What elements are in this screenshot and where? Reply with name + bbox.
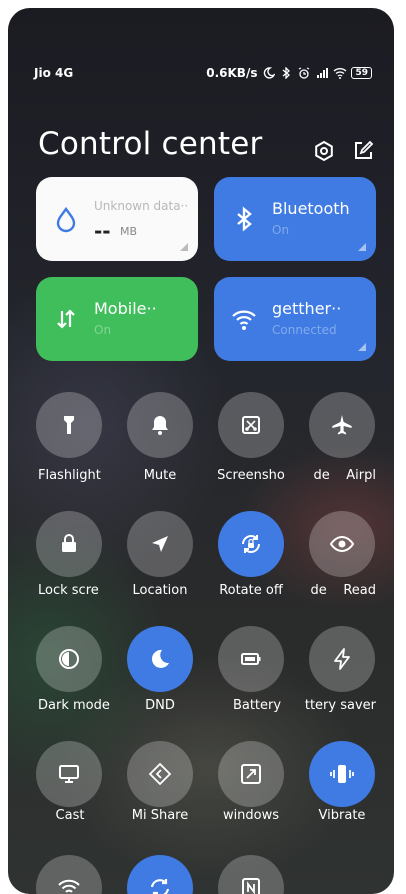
data-usage-title: Unknown data··: [94, 199, 189, 213]
wifi-tile[interactable]: getther·· Connected: [214, 277, 376, 361]
bluetooth-status-icon: [283, 67, 291, 79]
lock-screen-toggle[interactable]: [36, 511, 102, 577]
airplane-icon: [332, 415, 352, 435]
bell-icon: [152, 416, 168, 435]
status-icons: 0.6KB/s 59: [206, 66, 372, 80]
dark-mode-toggle[interactable]: [36, 626, 102, 692]
floating-window-icon: [241, 764, 261, 784]
mobile-data-status: On: [94, 323, 112, 337]
dnd-toggle[interactable]: [127, 626, 193, 692]
sync-toggle[interactable]: [127, 855, 193, 894]
flashlight-toggle[interactable]: [36, 392, 102, 458]
cast-toggle[interactable]: [36, 741, 102, 807]
wifi-status: Connected: [272, 323, 337, 337]
lightning-icon: [334, 648, 350, 670]
bluetooth-status: On: [272, 223, 290, 237]
dark-mode-icon: [59, 649, 79, 669]
mute-toggle[interactable]: [127, 392, 193, 458]
dnd-label: DND: [145, 698, 175, 713]
battery-saver-label: ttery saver: [304, 698, 376, 713]
nfc-toggle[interactable]: [218, 855, 284, 894]
vibrate-toggle[interactable]: [309, 741, 375, 807]
rotate-off-toggle[interactable]: [218, 511, 284, 577]
moon-icon: [151, 649, 169, 668]
mobile-data-title: Mobile··: [94, 299, 157, 318]
network-speed: 0.6KB/s: [206, 66, 258, 80]
tile-corner-arrow: [180, 243, 188, 251]
airplane-label: de Airpl: [313, 468, 377, 483]
edit-icon[interactable]: [352, 140, 374, 162]
water-drop-icon: [56, 206, 76, 233]
airplane-toggle[interactable]: [309, 392, 375, 458]
lock-icon: [62, 534, 76, 552]
floating-windows-label: windows: [222, 808, 280, 823]
tile-corner-arrow: [358, 343, 366, 351]
location-icon: [152, 536, 168, 552]
moon-status-icon: [264, 67, 276, 79]
monitor-icon: [59, 765, 79, 783]
mobile-data-arrows-icon: [57, 309, 75, 329]
alarm-status-icon: [299, 67, 310, 79]
signal-status-icon: [317, 68, 329, 78]
screenshot-icon: [242, 416, 260, 434]
wifi-status-icon: [334, 68, 347, 79]
mi-share-icon: [148, 762, 172, 786]
cast-label: Cast: [55, 808, 85, 823]
rotate-lock-icon: [242, 535, 260, 553]
bluetooth-icon: [237, 206, 252, 232]
tile-corner-arrow: [358, 243, 366, 251]
mute-label: Mute: [143, 468, 177, 483]
wifi-title: getther··: [272, 299, 342, 318]
battery-indicator: 59: [351, 67, 372, 79]
wifi-icon: [232, 310, 256, 330]
hotspot-toggle[interactable]: [36, 855, 102, 894]
battery-icon: [241, 653, 261, 665]
bluetooth-title: Bluetooth: [272, 199, 350, 218]
vibrate-icon: [330, 765, 354, 783]
sync-icon: [150, 879, 170, 894]
status-bar: Jio 4G 0.6KB/s 59: [34, 66, 372, 82]
data-usage-value: --: [94, 219, 111, 243]
location-toggle[interactable]: [127, 511, 193, 577]
mi-share-label: Mi Share: [131, 808, 189, 823]
eye-icon: [329, 535, 355, 553]
data-usage-tile[interactable]: Unknown data·· -- MB: [36, 177, 198, 261]
screenshot-toggle[interactable]: [218, 392, 284, 458]
settings-gear-icon[interactable]: [313, 140, 335, 162]
floating-windows-toggle[interactable]: [218, 741, 284, 807]
mi-share-toggle[interactable]: [127, 741, 193, 807]
location-label: Location: [132, 583, 188, 598]
flashlight-icon: [64, 416, 74, 434]
data-usage-unit: MB: [120, 225, 138, 238]
mobile-data-tile[interactable]: Mobile·· On: [36, 277, 198, 361]
control-center-screen: Jio 4G 0.6KB/s 59 Control center Unknown…: [8, 8, 394, 894]
battery-toggle[interactable]: [218, 626, 284, 692]
carrier-label: Jio 4G: [34, 66, 74, 80]
battery-saver-toggle[interactable]: [309, 626, 375, 692]
nfc-icon: [242, 878, 260, 894]
wifi-hotspot-icon: [58, 879, 80, 893]
page-title: Control center: [38, 126, 263, 162]
vibrate-label: Vibrate: [318, 808, 366, 823]
reading-mode-toggle[interactable]: [309, 511, 375, 577]
bluetooth-tile[interactable]: Bluetooth On: [214, 177, 376, 261]
reading-mode-label: de Read: [310, 583, 376, 598]
